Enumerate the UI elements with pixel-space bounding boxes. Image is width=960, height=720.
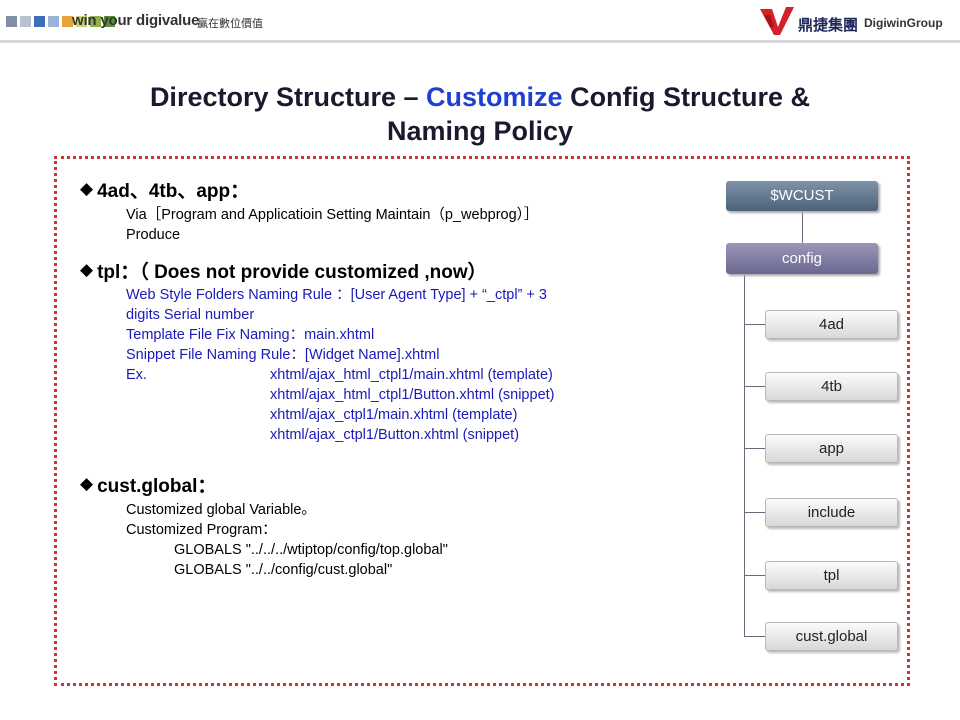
section-text: Produce [126, 227, 181, 243]
section-text: digits Serial number [126, 307, 255, 323]
tree-node-app: app [765, 434, 898, 463]
tree-node-include: include [765, 498, 898, 527]
diamond-bullet-icon: ◆ [80, 179, 94, 198]
code-line: GLOBALS "../../config/cust.global" [174, 562, 393, 578]
logo-square [48, 16, 59, 27]
example-row: xhtml/ajax_html_ctpl1/Button.xhtml (snip… [80, 385, 720, 405]
example-row: xhtml/ajax_ctpl1/Button.xhtml (snippet) [80, 425, 720, 445]
example-path: xhtml/ajax_ctpl1/main.xhtml (template) [270, 407, 518, 423]
header-divider [0, 40, 960, 43]
tree-connector [744, 636, 765, 637]
example-label: Ex. [126, 367, 147, 383]
tree-connector [744, 386, 765, 387]
slogan: win your digivalue [72, 12, 200, 29]
section-heading-4ad: ◆ 4ad、4tb、app： [80, 176, 720, 202]
slogan-chinese: 贏在數位價值 [197, 18, 263, 30]
section-text: Snippet File Naming Rule：[Widget Name].x… [126, 347, 440, 363]
logo-square [20, 16, 31, 27]
logo-square [6, 16, 17, 27]
logo-square [34, 16, 45, 27]
title-accent: Customize [426, 82, 563, 112]
brand-logo: 鼎捷集團 DigiwinGroup [758, 5, 954, 37]
tree-connector [744, 575, 765, 576]
section-text: Template File Fix Naming：main.xhtml [126, 327, 375, 343]
title-line2: Naming Policy [386, 116, 574, 146]
header-bar: win your digivalue 贏在數位價值 鼎捷集團 DigiwinGr… [0, 0, 960, 44]
example-path: xhtml/ajax_html_ctpl1/main.xhtml (templa… [270, 367, 553, 383]
tree-connector [744, 324, 765, 325]
page-title: Directory Structure – Customize Config S… [80, 80, 880, 148]
brand-name-english: DigiwinGroup [864, 16, 943, 30]
brand-name-chinese: 鼎捷集團 [798, 17, 859, 34]
section-heading-cust-global: ◆ cust.global： [80, 471, 720, 497]
example-path: xhtml/ajax_html_ctpl1/Button.xhtml (snip… [270, 387, 555, 403]
section-heading-text: cust.global： [97, 475, 217, 497]
example-path: xhtml/ajax_ctpl1/Button.xhtml (snippet) [270, 427, 520, 443]
title-part2: Config Structure & [562, 82, 811, 112]
section-text: Web Style Folders Naming Rule ：[User Age… [126, 287, 547, 303]
content-body: ◆ 4ad、4tb、app： Via［Program and Applicati… [80, 176, 720, 580]
section-text: Via［Program and Applicatioin Setting Mai… [126, 207, 539, 223]
section-heading-tpl: ◆ tpl：（ Does not provide customized ,now… [80, 257, 720, 283]
tree-node-4tb: 4tb [765, 372, 898, 401]
tree-node-config: config [726, 243, 878, 274]
tree-connector [744, 274, 745, 637]
digiwin-logo-icon [760, 7, 794, 35]
diamond-bullet-icon: ◆ [80, 260, 94, 279]
tree-connector [744, 448, 765, 449]
section-text: Customized Program： [126, 522, 277, 538]
section-heading-text: 4ad、4tb、app： [97, 180, 250, 202]
section-text: Customized global Variable。 [126, 502, 316, 518]
tree-node-4ad: 4ad [765, 310, 898, 339]
section-heading-text: tpl：（ Does not provide customized ,now） [97, 261, 487, 283]
example-row: xhtml/ajax_ctpl1/main.xhtml (template) [80, 405, 720, 425]
code-line: GLOBALS "../../../wtiptop/config/top.glo… [174, 542, 448, 558]
diamond-bullet-icon: ◆ [80, 474, 94, 493]
example-row: Ex. xhtml/ajax_html_ctpl1/main.xhtml (te… [80, 365, 720, 385]
tree-connector [802, 211, 803, 243]
tree-node-cust-global: cust.global [765, 622, 898, 651]
title-part1: Directory Structure – [149, 82, 427, 112]
tree-connector [744, 512, 765, 513]
tree-node-root: $WCUST [726, 181, 878, 211]
tree-node-tpl: tpl [765, 561, 898, 590]
